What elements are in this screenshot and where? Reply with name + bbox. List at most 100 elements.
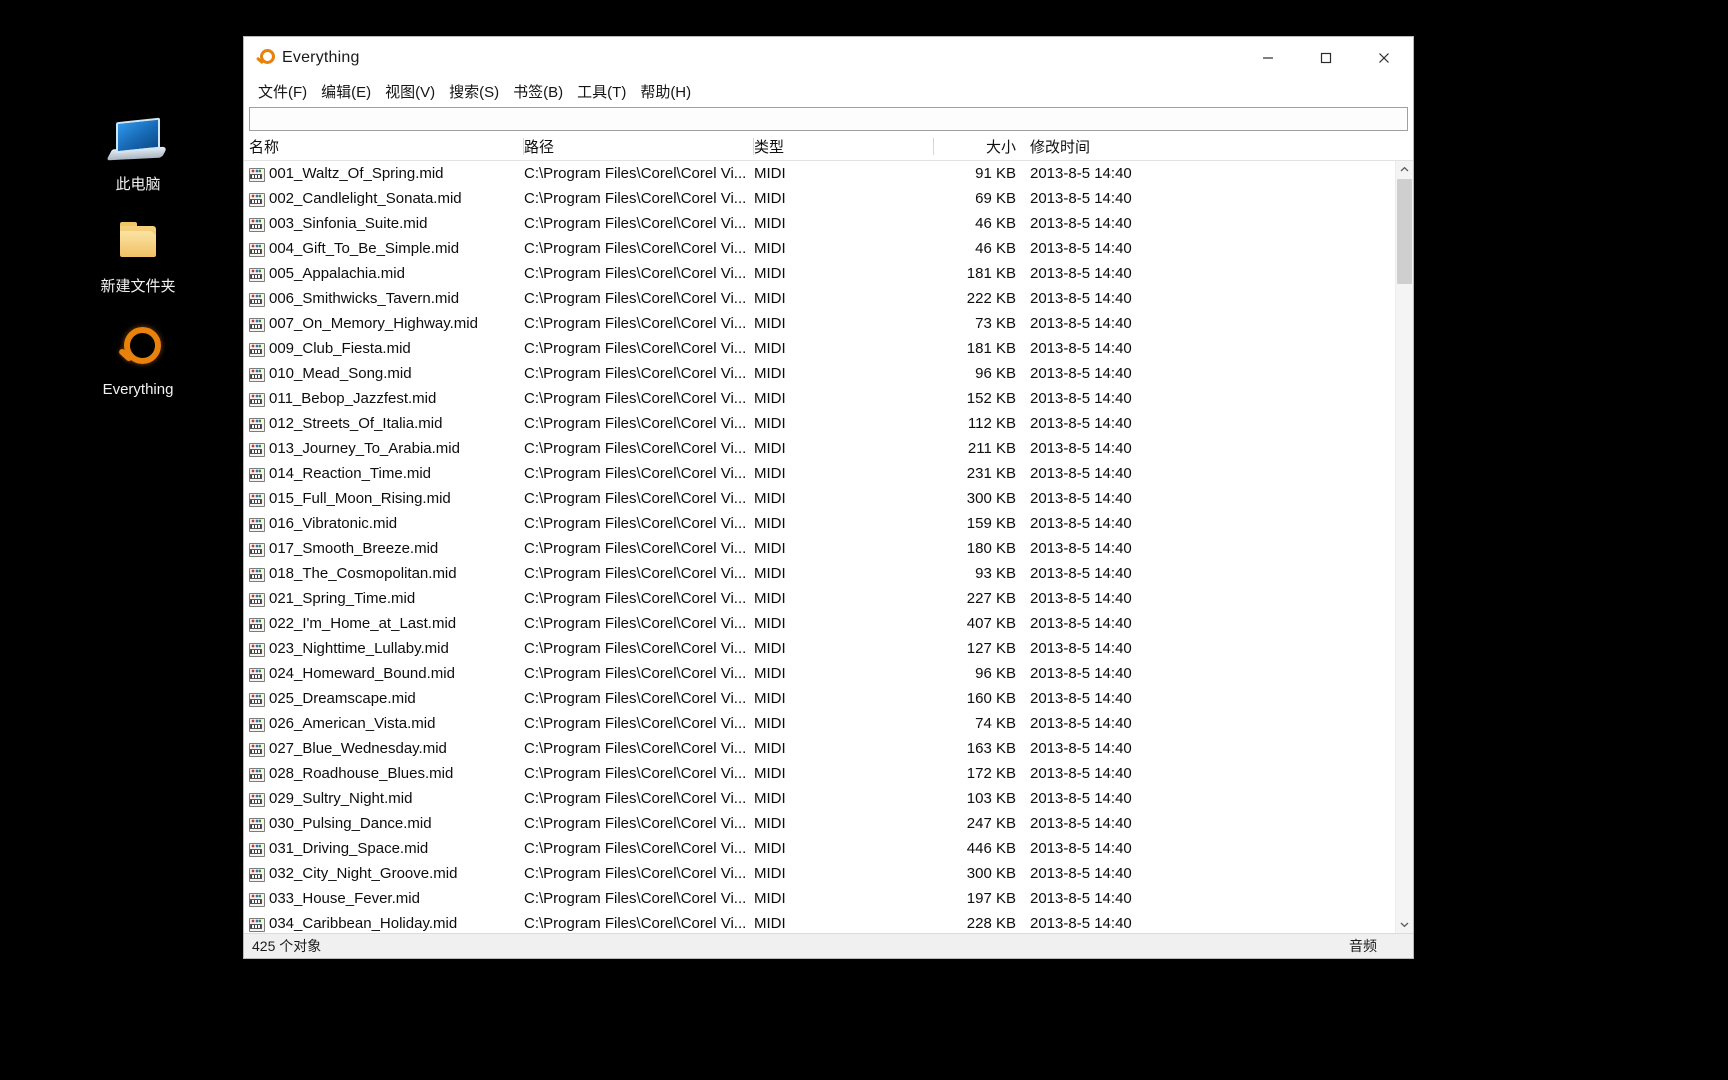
table-row[interactable]: 001_Waltz_Of_Spring.mid C:\Program Files\… [249, 161, 1395, 186]
cell-size: 300 KB [966, 490, 1016, 507]
cell-path: C:\Program Files\Corel\Corel Vi... [524, 390, 747, 407]
cell-size: 46 KB [975, 240, 1016, 257]
cell-size: 96 KB [975, 665, 1016, 682]
scroll-up-button[interactable] [1396, 161, 1413, 178]
table-row[interactable]: 023_Nighttime_Lullaby.mid C:\Program File… [249, 636, 1395, 661]
vertical-scrollbar[interactable] [1395, 161, 1413, 933]
table-row[interactable]: 009_Club_Fiesta.mid C:\Program Files\Core… [249, 336, 1395, 361]
table-row[interactable]: 011_Bebop_Jazzfest.mid C:\Program Files\C… [249, 386, 1395, 411]
table-row[interactable]: 028_Roadhouse_Blues.mid C:\Program Files\… [249, 761, 1395, 786]
table-row[interactable]: 014_Reaction_Time.mid C:\Program Files\Co… [249, 461, 1395, 486]
maximize-icon [1320, 52, 1332, 63]
cell-type: MIDI [754, 665, 786, 682]
column-header-date[interactable]: 修改时间 [1022, 135, 1192, 160]
menu-bookmarks[interactable]: 书签(B) [506, 79, 570, 104]
table-row[interactable]: 024_Homeward_Bound.mid C:\Program Files\C… [249, 661, 1395, 686]
cell-date: 2013-8-5 14:40 [1030, 165, 1132, 182]
menu-file[interactable]: 文件(F) [251, 79, 314, 104]
table-row[interactable]: 018_The_Cosmopolitan.mid C:\Program Files… [249, 561, 1395, 586]
minimize-button[interactable] [1239, 37, 1297, 78]
table-row[interactable]: 015_Full_Moon_Rising.mid C:\Program Files… [249, 486, 1395, 511]
table-row[interactable]: 007_On_Memory_Highway.mid C:\Program File… [249, 311, 1395, 336]
midi-file-icon [249, 767, 265, 782]
file-name-label: 023_Nighttime_Lullaby.mid [269, 640, 449, 657]
cell-date: 2013-8-5 14:40 [1030, 490, 1132, 507]
cell-path: C:\Program Files\Corel\Corel Vi... [524, 290, 747, 307]
table-row[interactable]: 004_Gift_To_Be_Simple.mid C:\Program File… [249, 236, 1395, 261]
column-header-path[interactable]: 路径 [524, 135, 754, 160]
midi-file-icon [249, 317, 265, 332]
table-row[interactable]: 005_Appalachia.mid C:\Program Files\Corel… [249, 261, 1395, 286]
table-row[interactable]: 032_City_Night_Groove.mid C:\Program File… [249, 861, 1395, 886]
cell-size: 181 KB [966, 340, 1016, 357]
desktop-icon-new-folder[interactable]: 新建文件夹 [78, 220, 198, 296]
cell-type: MIDI [754, 440, 786, 457]
table-row[interactable]: 002_Candlelight_Sonata.mid C:\Program Fil… [249, 186, 1395, 211]
midi-file-icon [249, 442, 265, 457]
cell-size: 46 KB [975, 215, 1016, 232]
table-row[interactable]: 033_House_Fever.mid C:\Program Files\Core… [249, 886, 1395, 911]
maximize-button[interactable] [1297, 37, 1355, 78]
cell-type: MIDI [754, 740, 786, 757]
menu-edit[interactable]: 编辑(E) [314, 79, 378, 104]
table-row[interactable]: 003_Sinfonia_Suite.mid C:\Program Files\C… [249, 211, 1395, 236]
cell-name: 015_Full_Moon_Rising.mid [249, 490, 524, 507]
menu-view[interactable]: 视图(V) [378, 79, 442, 104]
scrollbar-thumb[interactable] [1397, 179, 1412, 284]
table-row[interactable]: 010_Mead_Song.mid C:\Program Files\Corel\… [249, 361, 1395, 386]
cell-name: 017_Smooth_Breeze.mid [249, 540, 524, 557]
table-row[interactable]: 016_Vibratonic.mid C:\Program Files\Corel… [249, 511, 1395, 536]
midi-file-icon [249, 167, 265, 182]
cell-path: C:\Program Files\Corel\Corel Vi... [524, 240, 747, 257]
table-row[interactable]: 006_Smithwicks_Tavern.mid C:\Program File… [249, 286, 1395, 311]
cell-size: 96 KB [975, 365, 1016, 382]
column-header-type[interactable]: 类型 [754, 135, 934, 160]
table-row[interactable]: 027_Blue_Wednesday.mid C:\Program Files\C… [249, 736, 1395, 761]
cell-date: 2013-8-5 14:40 [1030, 365, 1132, 382]
table-row[interactable]: 013_Journey_To_Arabia.mid C:\Program File… [249, 436, 1395, 461]
cell-type: MIDI [754, 390, 786, 407]
menu-tools[interactable]: 工具(T) [570, 79, 633, 104]
cell-type: MIDI [754, 715, 786, 732]
table-row[interactable]: 026_American_Vista.mid C:\Program Files\C… [249, 711, 1395, 736]
chevron-up-icon [1400, 166, 1409, 172]
file-name-label: 016_Vibratonic.mid [269, 515, 398, 532]
cell-name: 003_Sinfonia_Suite.mid [249, 215, 524, 232]
menu-help[interactable]: 帮助(H) [633, 79, 698, 104]
cell-size: 300 KB [966, 865, 1016, 882]
close-button[interactable] [1355, 37, 1413, 78]
title-bar[interactable]: Everything [244, 37, 1413, 79]
table-row[interactable]: 029_Sultry_Night.mid C:\Program Files\Cor… [249, 786, 1395, 811]
file-name-label: 004_Gift_To_Be_Simple.mid [269, 240, 460, 257]
search-input[interactable] [249, 107, 1408, 131]
desktop-icon-this-pc[interactable]: 此电脑 [78, 117, 198, 194]
desktop-icon-everything[interactable]: Everything [78, 323, 198, 399]
cell-type: MIDI [754, 915, 786, 932]
cell-path: C:\Program Files\Corel\Corel Vi... [524, 890, 747, 907]
cell-name: 012_Streets_Of_Italia.mid [249, 415, 524, 432]
cell-date: 2013-8-5 14:40 [1030, 840, 1132, 857]
midi-file-icon [249, 517, 265, 532]
cell-date: 2013-8-5 14:40 [1030, 215, 1132, 232]
menu-search[interactable]: 搜索(S) [442, 79, 506, 104]
cell-type: MIDI [754, 290, 786, 307]
table-row[interactable]: 031_Driving_Space.mid C:\Program Files\Co… [249, 836, 1395, 861]
table-row[interactable]: 021_Spring_Time.mid C:\Program Files\Core… [249, 586, 1395, 611]
cell-name: 027_Blue_Wednesday.mid [249, 740, 524, 757]
column-header-size[interactable]: 大小 [934, 135, 1022, 160]
table-row[interactable]: 017_Smooth_Breeze.mid C:\Program Files\Co… [249, 536, 1395, 561]
cell-name: 016_Vibratonic.mid [249, 515, 524, 532]
table-row[interactable]: 025_Dreamscape.mid C:\Program Files\Corel… [249, 686, 1395, 711]
column-header-name[interactable]: 名称 [249, 135, 524, 160]
results-list: 001_Waltz_Of_Spring.mid C:\Program Files\… [244, 161, 1395, 933]
table-row[interactable]: 030_Pulsing_Dance.mid C:\Program Files\Co… [249, 811, 1395, 836]
cell-type: MIDI [754, 590, 786, 607]
file-name-label: 026_American_Vista.mid [269, 715, 436, 732]
cell-name: 006_Smithwicks_Tavern.mid [249, 290, 524, 307]
table-row[interactable]: 022_I'm_Home_at_Last.mid C:\Program Files… [249, 611, 1395, 636]
table-row[interactable]: 012_Streets_Of_Italia.mid C:\Program File… [249, 411, 1395, 436]
scroll-down-button[interactable] [1396, 916, 1413, 933]
table-row[interactable]: 034_Caribbean_Holiday.mid C:\Program File… [249, 911, 1395, 933]
desktop-icon-label: 此电脑 [115, 176, 161, 193]
cell-type: MIDI [754, 690, 786, 707]
